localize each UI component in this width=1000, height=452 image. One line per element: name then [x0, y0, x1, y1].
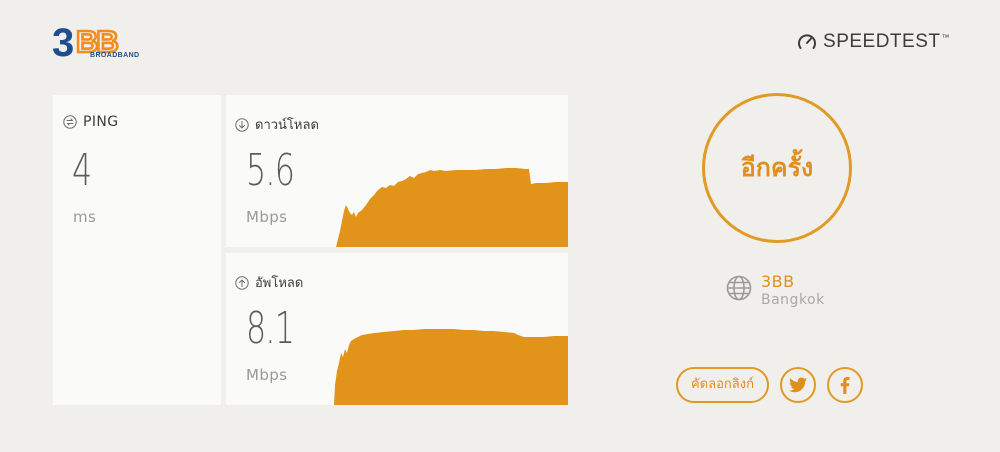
ping-header: PING	[63, 114, 119, 130]
upload-arrow-icon	[235, 275, 249, 290]
upload-graph	[334, 329, 568, 405]
upload-label: อัพโหลด	[255, 276, 304, 291]
brand-text: SPEEDTEST™	[823, 31, 950, 52]
upload-unit: Mbps	[246, 366, 288, 384]
facebook-share-button[interactable]	[826, 367, 863, 403]
download-header: ดาวน์โหลด	[235, 114, 319, 135]
logo-subtext: BROADBAND	[90, 52, 140, 59]
ping-icon	[63, 115, 77, 129]
twitter-icon	[788, 377, 807, 393]
again-button[interactable]: อีกครั้ง	[702, 93, 852, 243]
svg-text:3: 3	[52, 21, 74, 64]
download-card: ดาวน์โหลด 5.6 Mbps	[226, 95, 568, 247]
upload-header: อัพโหลด	[235, 272, 303, 293]
upload-card: อัพโหลด 8.1 Mbps	[226, 253, 568, 405]
upload-value: 8.1	[246, 303, 295, 354]
globe-icon	[726, 275, 752, 301]
again-label: อีกครั้ง	[740, 153, 814, 182]
ping-value: 4	[72, 145, 92, 196]
download-unit: Mbps	[246, 208, 288, 226]
3bb-logo: 3 BB BROADBAND	[52, 20, 156, 64]
twitter-share-button[interactable]	[779, 367, 816, 403]
server-city: Bangkok	[761, 292, 825, 308]
ping-label: PING	[83, 114, 119, 130]
gauge-icon	[798, 34, 817, 49]
ping-card: PING 4 ms	[53, 95, 221, 405]
download-arrow-icon	[235, 117, 249, 132]
speedtest-brand[interactable]: SPEEDTEST™	[797, 31, 950, 53]
download-label: ดาวน์โหลด	[255, 118, 319, 133]
share-row: คัดลอกลิงก์	[676, 367, 863, 403]
server-info[interactable]: 3BB Bangkok	[726, 273, 825, 309]
copy-link-button[interactable]: คัดลอกลิงก์	[676, 367, 769, 403]
download-value: 5.6	[246, 145, 295, 196]
server-isp: 3BB	[761, 272, 795, 291]
ping-unit: ms	[73, 208, 97, 226]
facebook-icon	[840, 376, 850, 394]
download-graph	[336, 168, 568, 247]
